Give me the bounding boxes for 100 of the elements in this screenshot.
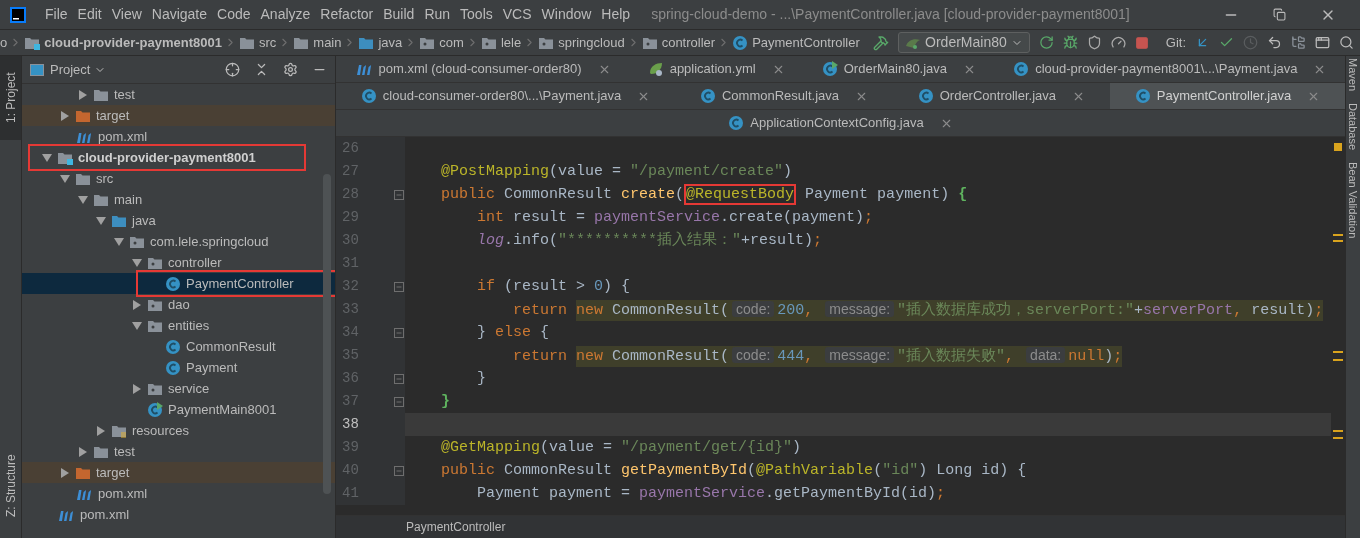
editor-tab[interactable]: CommonResult.java — [675, 83, 893, 109]
fold-marker-icon[interactable] — [394, 327, 404, 338]
tree-row[interactable]: src — [22, 168, 335, 189]
collapse-arrow-icon[interactable] — [132, 257, 142, 268]
breadcrumb-item[interactable]: java — [378, 32, 403, 53]
tree-row[interactable]: service — [22, 378, 335, 399]
editor-tab[interactable]: OrderController.java — [892, 83, 1110, 109]
tree-row[interactable]: CommonResult — [22, 336, 335, 357]
tool-window-tab[interactable]: Database — [1344, 103, 1360, 151]
expand-arrow-icon[interactable] — [60, 110, 70, 121]
code-line: int result = paymentService.create(payment); — [476, 208, 874, 228]
warning-marker — [1333, 234, 1343, 242]
tree-row[interactable]: pom.xml — [22, 126, 335, 147]
editor-tab[interactable]: application.yml — [629, 56, 804, 82]
expand-arrow-icon[interactable] — [60, 467, 70, 478]
breadcrumb-item[interactable]: lele — [500, 32, 522, 53]
fold-marker-icon[interactable] — [394, 373, 404, 384]
collapse-arrow-icon[interactable] — [96, 215, 106, 226]
fold-marker-icon[interactable] — [394, 396, 404, 407]
menu-item[interactable]: Navigate — [146, 4, 213, 25]
restore-icon[interactable] — [1273, 8, 1286, 21]
editor-tab[interactable]: cloud-provider-payment8001\...\Payment.java — [994, 56, 1346, 82]
project-structure-icon[interactable] — [1291, 35, 1306, 50]
breadcrumb-item[interactable]: PaymentController — [752, 32, 860, 53]
collapse-arrow-icon[interactable] — [42, 152, 52, 163]
expand-arrow-icon[interactable] — [132, 383, 142, 394]
profile-icon[interactable] — [1110, 35, 1126, 50]
tree-row[interactable]: PaymentController — [22, 273, 335, 294]
collapse-arrow-icon[interactable] — [60, 173, 70, 184]
tree-row[interactable]: com.lele.springcloud — [22, 231, 335, 252]
fold-marker-icon[interactable] — [394, 189, 404, 200]
tool-window-tab[interactable]: Bean Validation — [1344, 162, 1360, 239]
tree-item-label: target — [96, 106, 130, 125]
expand-arrow-icon[interactable] — [132, 299, 142, 310]
run-config-dropdown[interactable]: OrderMain80 — [898, 32, 1030, 53]
editor-tab[interactable]: pom.xml (cloud-consumer-order80) — [336, 56, 630, 82]
menu-item[interactable]: VCS — [497, 4, 537, 25]
rollback-icon[interactable] — [1267, 35, 1282, 50]
editor-tab[interactable]: PaymentController.java — [1109, 83, 1345, 109]
tree-row[interactable]: pom.xml — [22, 504, 335, 525]
tree-row[interactable]: target — [22, 105, 335, 126]
locate-icon[interactable] — [225, 62, 240, 77]
tree-row[interactable]: test — [22, 84, 335, 105]
view-selector[interactable]: Project — [50, 59, 107, 80]
tree-row[interactable]: cloud-provider-payment8001 — [22, 147, 335, 168]
menu-item[interactable]: Build — [378, 4, 420, 25]
breadcrumb-item[interactable]: controller — [661, 32, 716, 53]
tree-row[interactable]: main — [22, 189, 335, 210]
build-icon[interactable] — [873, 34, 890, 51]
structure-tool-tab[interactable]: Z: Structure — [0, 436, 21, 536]
menu-item[interactable]: Run — [419, 4, 456, 25]
menu-item[interactable]: Refactor — [315, 4, 379, 25]
tree-row[interactable]: target — [22, 462, 335, 483]
breadcrumb-item[interactable]: PaymentController — [406, 518, 506, 536]
collapse-arrow-icon[interactable] — [132, 320, 142, 331]
tree-row[interactable]: controller — [22, 252, 335, 273]
editor-tab[interactable]: cloud-consumer-order80\...\Payment.java — [336, 83, 676, 109]
breadcrumb-item[interactable]: com — [439, 32, 464, 53]
class-icon — [360, 88, 377, 104]
breadcrumb-item[interactable]: src — [258, 32, 277, 53]
rerun-icon[interactable] — [1038, 35, 1054, 50]
fold-marker-icon[interactable] — [394, 281, 404, 292]
expand-arrow-icon[interactable] — [96, 425, 106, 436]
terminal-icon[interactable] — [1315, 35, 1330, 50]
editor-tab[interactable]: OrderMain80.java — [803, 56, 995, 82]
tree-row[interactable]: resources — [22, 420, 335, 441]
menu-item[interactable]: View — [106, 4, 147, 25]
tree-row[interactable]: dao — [22, 294, 335, 315]
menu-item[interactable]: File — [40, 4, 73, 25]
stop-icon[interactable] — [1134, 35, 1149, 50]
menu-item[interactable]: Edit — [72, 4, 107, 25]
tree-row[interactable]: PaymentMain8001 — [22, 399, 335, 420]
collapse-arrow-icon[interactable] — [114, 236, 124, 247]
tree-row[interactable]: pom.xml — [22, 483, 335, 504]
tree-row[interactable]: java — [22, 210, 335, 231]
search-icon[interactable] — [1339, 35, 1354, 50]
fold-marker-icon[interactable] — [394, 465, 404, 476]
breadcrumb-item[interactable]: o — [0, 32, 8, 53]
breadcrumb-item[interactable]: main — [313, 32, 342, 53]
menu-item[interactable]: Help — [596, 4, 636, 25]
tool-window-tab[interactable]: Maven — [1344, 58, 1360, 92]
package-icon — [538, 35, 555, 50]
menu-item[interactable]: Tools — [455, 4, 498, 25]
tree-row[interactable]: test — [22, 441, 335, 462]
menu-item[interactable]: Window — [536, 4, 597, 25]
expand-arrow-icon[interactable] — [78, 446, 88, 457]
breadcrumb-item[interactable]: cloud-provider-payment8001 — [44, 32, 222, 53]
breadcrumb-item[interactable]: springcloud — [558, 32, 625, 53]
collapse-arrow-icon[interactable] — [78, 194, 88, 205]
expand-arrow-icon[interactable] — [78, 89, 88, 100]
tree-row[interactable]: entities — [22, 315, 335, 336]
menu-item[interactable]: Code — [212, 4, 256, 25]
project-tool-tab[interactable]: 1: Project — [0, 56, 21, 140]
settings-icon[interactable] — [283, 62, 298, 77]
editor-tab[interactable]: ApplicationContextConfig.java — [336, 110, 1345, 136]
menu-item[interactable]: Analyze — [255, 4, 316, 25]
tree-row[interactable]: Payment — [22, 357, 335, 378]
debug-icon[interactable] — [1062, 35, 1078, 50]
coverage-icon[interactable] — [1086, 35, 1102, 50]
maven-icon — [354, 62, 373, 76]
